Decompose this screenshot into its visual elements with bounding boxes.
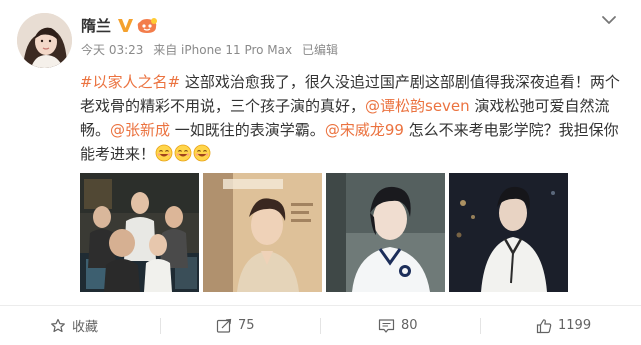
star-icon [51,318,65,332]
content-text: 畅。 [80,121,111,139]
content-text: 能考进来！ [80,145,156,163]
content-line: 畅。@张新成 一如既往的表演学霸。@宋威龙99 怎么不来考电影学院？我担保你 [80,118,632,142]
repost-count: 75 [238,318,255,333]
action-separator [480,318,481,334]
hashtag-link[interactable]: #以家人之名# [80,73,180,91]
post-source: 来自 iPhone 11 Pro Max [153,43,293,57]
post-image-actor-warm[interactable] [203,173,322,292]
weibo-post: 隋兰 今天 03:23 来自 iPhone 11 Pro Max 已编辑 #以家… [0,0,641,345]
content-text: 怎么不来考电影学院？我担保你 [403,121,619,139]
comment-button[interactable]: 80 [378,306,418,345]
like-count: 1199 [558,318,592,333]
post-time[interactable]: 今天 03:23 [81,43,143,57]
favorite-label: 收藏 [72,320,99,335]
member-level-icon[interactable] [136,17,158,35]
mention-link[interactable]: @张新成 [110,121,170,139]
content-text: 这部戏治愈我了，很久没追过国产剧这部剧值得我深夜追看！两个 [180,73,620,91]
content-line: 能考进来！ [80,142,632,166]
thumbs-up-icon [536,318,552,333]
action-separator [320,318,321,334]
grin-emoji-icon [193,144,211,162]
chevron-down-icon[interactable] [601,14,617,26]
author-name[interactable]: 隋兰 [81,16,111,36]
grin-emoji-icon [174,144,192,162]
post-content: #以家人之名# 这部戏治愈我了，很久没追过国产剧这部剧值得我深夜追看！两个 老戏… [80,70,632,166]
content-line: 老戏骨的精彩不用说，三个孩子演的真好，@谭松韵seven 演戏松弛可爱自然流 [80,94,632,118]
vip-icon[interactable] [117,17,134,34]
repost-icon [216,318,232,333]
content-text: 一如既往的表演学霸。 [170,121,325,139]
action-separator [160,318,161,334]
mention-link[interactable]: @谭松韵seven [365,97,470,115]
like-button[interactable]: 1199 [536,306,591,345]
post-image-cast-group[interactable] [80,173,199,292]
favorite-button[interactable]: 收藏 [50,306,98,345]
comment-count: 80 [401,318,418,333]
post-image-actor-night[interactable] [449,173,568,292]
post-meta: 今天 03:23 来自 iPhone 11 Pro Max 已编辑 [81,42,344,58]
content-line: #以家人之名# 这部戏治愈我了，很久没追过国产剧这部剧值得我深夜追看！两个 [80,70,632,94]
grin-emoji-icon [155,144,173,162]
post-image-actor-uniform[interactable] [326,173,445,292]
repost-button[interactable]: 75 [216,306,255,345]
edited-label[interactable]: 已编辑 [302,43,338,57]
comment-icon [378,318,395,333]
content-text: 演戏松弛可爱自然流 [469,97,610,115]
mention-link[interactable]: @宋威龙99 [325,121,404,139]
action-bar: 收藏 75 80 1199 [0,306,641,345]
content-text: 老戏骨的精彩不用说，三个孩子演的真好， [80,97,366,115]
avatar[interactable] [17,13,72,68]
